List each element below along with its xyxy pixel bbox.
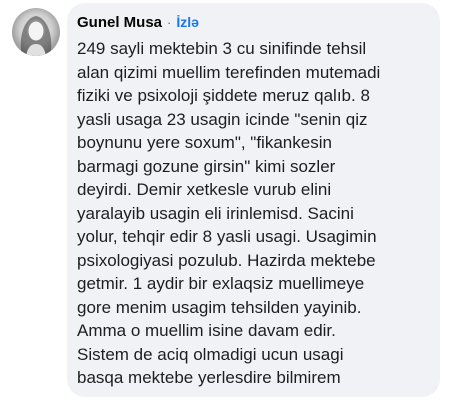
follow-link[interactable]: İzlə <box>176 9 199 35</box>
comment-text-line: Sistem de aciq olmadigi ucun usagi <box>77 344 344 364</box>
comment-text-line: fiziki ve psixoloji şiddete meruz qalıb.… <box>77 86 370 105</box>
comment-header: Gunel Musa · İzlə <box>77 9 430 35</box>
comment-text-line: yaralayib usagin eli irinlemisd. Sacini <box>77 203 354 223</box>
comment-text-line: boynunu yere soxum", "fikankesin <box>77 133 332 152</box>
author-name[interactable]: Gunel Musa <box>77 10 162 36</box>
comment-text-line: gore menim usagim tehsilden yayinib. <box>77 297 362 317</box>
avatar[interactable] <box>12 8 60 56</box>
profile-photo-icon <box>20 16 52 56</box>
comment-text-line: yasli usaga 23 usagin icinde "senin qiz <box>77 109 368 129</box>
comment-text-line: Amma o muellim isine davam edir. <box>77 321 336 340</box>
comment-text: 249 sayli mektebin 3 cu sinifinde tehsil… <box>77 37 430 390</box>
comment-text-line: alan qizimi muellim terefinden mutemadi <box>77 62 381 82</box>
separator-dot: · <box>167 15 172 30</box>
comment-text-line: getmir. 1 aydir bir exlaqsiz muellimeye <box>77 274 365 293</box>
comment-text-line: barmagi gozune girsin" kimi sozler <box>77 156 336 176</box>
comment-bubble: Gunel Musa · İzlə 249 sayli mektebin 3 c… <box>67 3 440 397</box>
comment-text-line: psixologiyasi pozulub. Hazirda mektebe <box>77 250 376 270</box>
comment-text-line: 249 sayli mektebin 3 cu sinifinde tehsil <box>77 39 367 58</box>
comment-text-line: yolur, tehqir edir 8 yasli usagi. Usagim… <box>77 227 377 246</box>
comment-text-line: basqa mektebe yerlesdire bilmirem <box>77 368 341 387</box>
comment-text-line: deyirdi. Demir xetkesle vurub elini <box>77 180 332 199</box>
